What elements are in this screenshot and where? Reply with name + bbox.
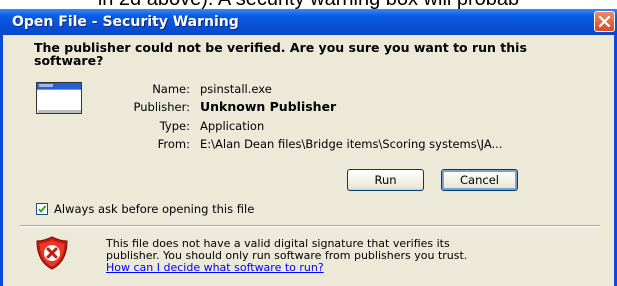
from-label: From:	[157, 137, 190, 151]
close-button[interactable]	[594, 11, 615, 32]
window-title: Open File - Security Warning	[12, 14, 239, 30]
question-text: The publisher could not be verified. Are…	[34, 40, 527, 68]
publisher-value: Unknown Publisher	[200, 99, 337, 114]
security-shield-icon	[34, 235, 70, 275]
always-ask-checkbox[interactable]	[36, 203, 48, 215]
always-ask-label[interactable]: Always ask before opening this file	[54, 202, 254, 216]
help-link[interactable]: How can I decide what software to run?	[106, 262, 324, 274]
cancel-button[interactable]: Cancel	[441, 169, 518, 191]
type-value: Application	[200, 119, 265, 133]
run-button[interactable]: Run	[347, 169, 424, 191]
title-bar[interactable]: Open File - Security Warning	[0, 9, 617, 35]
checkmark-icon	[38, 205, 47, 213]
name-label: Name:	[152, 82, 190, 96]
from-value: E:\Alan Dean files\Bridge items\Scoring …	[200, 137, 503, 151]
name-value: psinstall.exe	[200, 82, 272, 96]
type-label: Type:	[159, 119, 190, 133]
separator	[20, 225, 600, 227]
publisher-label: Publisher:	[133, 100, 190, 114]
